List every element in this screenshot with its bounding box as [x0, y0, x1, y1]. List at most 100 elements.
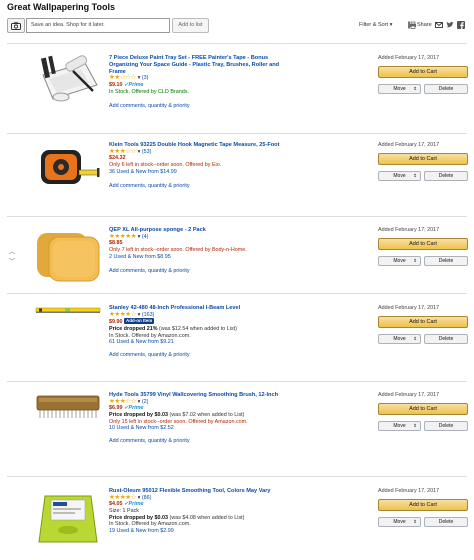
- product-image-tape-measure[interactable]: [35, 140, 101, 190]
- rating-count-link[interactable]: (2): [142, 399, 149, 405]
- add-comments-link[interactable]: Add comments, quantity & priority: [109, 438, 281, 445]
- delete-button[interactable]: Delete: [424, 334, 468, 344]
- rating-count-link[interactable]: (4): [142, 234, 149, 240]
- rating-row: ★★☆☆☆ ▾ (3): [109, 75, 281, 82]
- delete-button[interactable]: Delete: [424, 84, 468, 94]
- add-comments-link[interactable]: Add comments, quantity & priority: [109, 103, 281, 110]
- star-rating[interactable]: ★★☆☆☆: [109, 74, 137, 82]
- add-to-cart-button[interactable]: Add to Cart: [378, 403, 468, 415]
- chevron-down-icon[interactable]: ▾: [138, 399, 141, 405]
- price-drop: Price dropped by $0.03: [109, 411, 169, 418]
- price: $9.10: [109, 81, 123, 88]
- chevron-updown-icon: ⇕: [413, 258, 417, 263]
- divider: [7, 43, 467, 44]
- chevron-updown-icon: ⇕: [413, 86, 417, 91]
- used-new-link[interactable]: 2 Used & New from $8.95: [109, 254, 281, 261]
- price-drop: Price dropped by $0.03: [109, 514, 169, 521]
- date-added: Added February 17, 2017: [378, 142, 440, 148]
- product-image-paint-tray-set[interactable]: [35, 53, 101, 103]
- add-comments-link[interactable]: Add comments, quantity & priority: [109, 352, 281, 359]
- divider: [7, 216, 467, 217]
- add-to-cart-button[interactable]: Add to Cart: [378, 238, 468, 250]
- move-label: Move: [393, 519, 406, 525]
- facebook-icon[interactable]: [457, 21, 465, 29]
- add-to-cart-button[interactable]: Add to Cart: [378, 499, 468, 511]
- add-comments-link[interactable]: Add comments, quantity & priority: [109, 183, 281, 190]
- item-actions: Added February 17, 2017 Add to Cart Move…: [378, 305, 468, 344]
- star-rating[interactable]: ★★★★☆: [109, 494, 137, 501]
- divider: [7, 476, 467, 477]
- star-rating[interactable]: ★★★★★: [109, 233, 137, 240]
- move-dropdown[interactable]: Move ⇕: [378, 256, 421, 266]
- used-new-link[interactable]: 19 Used & New from $2.99: [109, 528, 281, 535]
- price-drop-note: (was $7.02 when added to List): [169, 411, 245, 418]
- product-image-sponge[interactable]: [35, 225, 101, 285]
- add-to-cart-button[interactable]: Add to Cart: [378, 153, 468, 165]
- prime-badge: ✓Prime: [124, 405, 144, 412]
- share-label: Share: [417, 22, 432, 28]
- chevron-down-icon[interactable]: ▾: [138, 75, 141, 81]
- chevron-updown-icon: ⇕: [413, 336, 417, 341]
- print-icon[interactable]: [409, 21, 417, 29]
- delete-button[interactable]: Delete: [424, 171, 468, 181]
- price: $8.85: [109, 240, 123, 247]
- rating-count-link[interactable]: (53): [142, 149, 152, 155]
- camera-icon: [11, 21, 21, 30]
- move-label: Move: [393, 258, 406, 264]
- item-actions: Added February 17, 2017 Add to Cart Move…: [378, 392, 468, 431]
- divider: [7, 293, 467, 294]
- twitter-icon[interactable]: [446, 21, 454, 29]
- delete-button[interactable]: Delete: [424, 517, 468, 527]
- stock-status: In Stock. Offered by CLD Brands.: [109, 88, 189, 95]
- rating-count-link[interactable]: (163): [142, 312, 155, 318]
- move-label: Move: [393, 336, 406, 342]
- delete-button[interactable]: Delete: [424, 256, 468, 266]
- move-dropdown[interactable]: Move ⇕: [378, 421, 421, 431]
- stock-warning: Only 15 left in stock--order soon. Offer…: [109, 418, 248, 425]
- move-dropdown[interactable]: Move ⇕: [378, 334, 421, 344]
- chevron-down-icon[interactable]: ▾: [138, 234, 141, 240]
- item-info: Hyde Tools 35799 Vinyl Wallcovering Smoo…: [109, 392, 281, 444]
- item-info: Rust-Oleum 95012 Flexible Smoothing Tool…: [109, 488, 281, 534]
- product-title-link[interactable]: 7 Piece Deluxe Paint Tray Set - FREE Pai…: [109, 55, 281, 75]
- move-label: Move: [393, 173, 406, 179]
- filter-sort-link[interactable]: Filter & Sort ▾: [359, 22, 392, 28]
- used-new-link[interactable]: 36 Used & New from $14.99: [109, 169, 281, 176]
- used-new-link[interactable]: 10 Used & New from $2.52: [109, 425, 281, 432]
- camera-button[interactable]: [7, 18, 25, 33]
- date-added: Added February 17, 2017: [378, 305, 440, 311]
- chevron-updown-icon: ⇕: [413, 519, 417, 524]
- add-to-cart-button[interactable]: Add to Cart: [378, 66, 468, 78]
- star-rating[interactable]: ★★★☆☆: [109, 398, 137, 405]
- rating-count-link[interactable]: (86): [142, 495, 152, 501]
- chevron-down-icon[interactable]: ▾: [138, 312, 141, 318]
- stock-warning: Only 7 left in stock--order soon. Offere…: [109, 246, 247, 253]
- product-image-level[interactable]: [35, 303, 101, 317]
- chevron-down-icon[interactable]: ▾: [138, 149, 141, 155]
- move-dropdown[interactable]: Move ⇕: [378, 84, 421, 94]
- star-rating[interactable]: ★★★★☆: [109, 311, 137, 318]
- move-label: Move: [393, 423, 406, 429]
- product-image-smoothing-brush[interactable]: [35, 390, 101, 426]
- prime-badge: ✓Prime: [124, 501, 144, 508]
- envelope-icon[interactable]: [435, 21, 443, 29]
- add-to-list-button[interactable]: Add to list: [172, 18, 209, 33]
- chevron-down-icon[interactable]: ▾: [138, 495, 141, 501]
- filter-sort-label: Filter & Sort: [359, 22, 389, 28]
- rating-count-link[interactable]: (3): [142, 75, 149, 81]
- stock-status: In Stock. Offered by Amazon.com.: [109, 332, 191, 339]
- price-drop: Price dropped 21%: [109, 325, 158, 332]
- product-image-smoothing-tool[interactable]: [35, 492, 101, 544]
- collapse-arrow-icon[interactable]: [8, 251, 16, 261]
- price: $24.32: [109, 155, 126, 162]
- used-new-link[interactable]: 61 Used & New from $9.21: [109, 339, 281, 346]
- idea-input[interactable]: Save an idea. Shop for it later.: [26, 18, 170, 33]
- item-info: Klein Tools 93225 Double Hook Magnetic T…: [109, 142, 281, 190]
- add-to-cart-button[interactable]: Add to Cart: [378, 316, 468, 328]
- add-comments-link[interactable]: Add comments, quantity & priority: [109, 268, 281, 275]
- move-dropdown[interactable]: Move ⇕: [378, 517, 421, 527]
- delete-button[interactable]: Delete: [424, 421, 468, 431]
- toolbar: Save an idea. Shop for it later. Add to …: [7, 18, 467, 34]
- star-rating[interactable]: ★★★☆☆: [109, 148, 137, 155]
- move-dropdown[interactable]: Move ⇕: [378, 171, 421, 181]
